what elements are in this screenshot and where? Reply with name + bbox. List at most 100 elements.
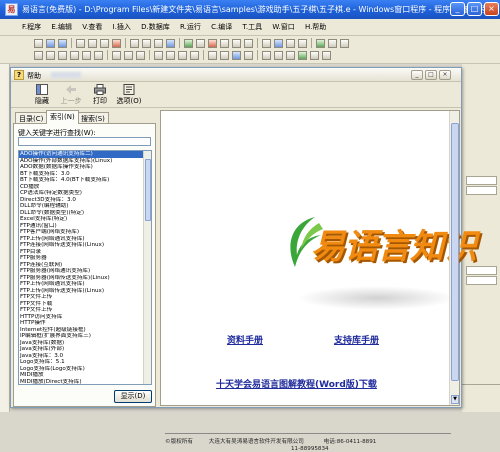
cut-icon[interactable] bbox=[76, 39, 85, 48]
new-file-icon[interactable] bbox=[34, 39, 43, 48]
help-navigation-pane: 目录(C) 索引(N) 搜索(S) 键入关键字进行查找(W): ADO操作(访问… bbox=[13, 110, 156, 407]
zoom-out-icon[interactable] bbox=[286, 51, 295, 60]
logo-shadow bbox=[297, 286, 457, 310]
redo-icon[interactable] bbox=[142, 39, 151, 48]
step-into-icon[interactable] bbox=[220, 39, 229, 48]
footer-phone: 电话:86-0411-8891 bbox=[323, 439, 377, 445]
align-center-icon[interactable] bbox=[46, 51, 55, 60]
menu-compile[interactable]: C.编译 bbox=[211, 22, 232, 32]
footer-company: 大连大有吴涛易语言软件开发有限公司 bbox=[208, 439, 304, 445]
index-panel: 键入关键字进行查找(W): ADO操作(访问通讯支持库二) ADO操作(外部数据库… bbox=[13, 123, 156, 407]
align-bottom-icon[interactable] bbox=[94, 51, 103, 60]
zoom-in-icon[interactable] bbox=[274, 51, 283, 60]
step-out-icon[interactable] bbox=[244, 39, 253, 48]
properties-icon[interactable] bbox=[310, 51, 319, 60]
keyword-input[interactable] bbox=[18, 137, 151, 146]
toolbar-row-1 bbox=[34, 38, 352, 50]
ide-toolbar bbox=[0, 36, 500, 64]
ide-status-area bbox=[462, 384, 500, 412]
link-tutorial-download[interactable]: 十天学会易语言图解教程(Word版)下载 bbox=[216, 377, 377, 390]
watch-icon[interactable] bbox=[286, 39, 295, 48]
library-icon[interactable] bbox=[316, 39, 325, 48]
content-scrollbar[interactable]: ▼ bbox=[449, 111, 459, 405]
menu-program[interactable]: F.程序 bbox=[22, 22, 41, 32]
align-top-icon[interactable] bbox=[70, 51, 79, 60]
menu-help[interactable]: H.帮助 bbox=[305, 22, 326, 32]
tool-icon[interactable] bbox=[298, 39, 307, 48]
menu-window[interactable]: W.窗口 bbox=[272, 22, 294, 32]
maximize-button[interactable]: □ bbox=[467, 2, 482, 16]
stop-icon[interactable] bbox=[208, 39, 217, 48]
help-toolbar: 隐藏 上一步 打印 选项(O) bbox=[11, 82, 461, 108]
property-field[interactable] bbox=[466, 186, 497, 195]
more-icon[interactable] bbox=[322, 51, 331, 60]
help-icon[interactable] bbox=[340, 39, 349, 48]
replace-icon[interactable] bbox=[166, 39, 175, 48]
menu-tools[interactable]: T.工具 bbox=[242, 22, 262, 32]
save-icon[interactable] bbox=[58, 39, 67, 48]
menu-bar: F.程序 E.编辑 V.查看 I.插入 D.数据库 R.运行 C.编译 T.工具… bbox=[0, 19, 500, 36]
keyword-items: ADO操作(访问通讯支持库二) ADO操作(外部数据库支持库)(Linux) ADO… bbox=[19, 151, 151, 384]
print-button[interactable]: 打印 bbox=[87, 84, 113, 106]
align-right-icon[interactable] bbox=[58, 51, 67, 60]
help-close-button[interactable]: × bbox=[439, 70, 451, 80]
copy-icon[interactable] bbox=[88, 39, 97, 48]
help-maximize-button[interactable]: □ bbox=[425, 70, 437, 80]
link-manual[interactable]: 资料手册 bbox=[227, 333, 263, 346]
center-horizontal-icon[interactable] bbox=[178, 51, 187, 60]
send-back-icon[interactable] bbox=[220, 51, 229, 60]
tab-index[interactable]: 索引(N) bbox=[46, 110, 79, 124]
footer-copyright: ©版权所有 bbox=[165, 439, 193, 445]
hide-button[interactable]: 隐藏 bbox=[29, 84, 55, 106]
property-field[interactable] bbox=[466, 276, 497, 285]
same-size-icon[interactable] bbox=[136, 51, 145, 60]
help-window: 帮助 ? _ □ × 隐藏 上一步 打印 选项(O) 目录(C) 索引(N) 搜… bbox=[10, 67, 477, 452]
options-button[interactable]: 选项(O) bbox=[116, 84, 142, 106]
tab-order-icon[interactable] bbox=[262, 51, 271, 60]
delete-icon[interactable] bbox=[112, 39, 121, 48]
scroll-down-arrow-icon[interactable]: ▼ bbox=[451, 395, 459, 404]
paste-icon[interactable] bbox=[100, 39, 109, 48]
display-button[interactable]: 显示(D) bbox=[114, 390, 152, 403]
app-icon: 易 bbox=[5, 3, 18, 16]
property-field[interactable] bbox=[466, 176, 497, 185]
undo-icon[interactable] bbox=[130, 39, 139, 48]
open-folder-icon[interactable] bbox=[46, 39, 55, 48]
pause-icon[interactable] bbox=[196, 39, 205, 48]
align-left-icon[interactable] bbox=[34, 51, 43, 60]
run-icon[interactable] bbox=[184, 39, 193, 48]
menu-edit[interactable]: E.编辑 bbox=[51, 22, 72, 32]
breakpoint-icon[interactable] bbox=[262, 39, 271, 48]
same-height-icon[interactable] bbox=[124, 51, 133, 60]
menu-run[interactable]: R.运行 bbox=[180, 22, 201, 32]
options-label: 选项(O) bbox=[116, 97, 142, 105]
scrollbar-thumb[interactable] bbox=[145, 159, 151, 221]
print-label: 打印 bbox=[93, 97, 107, 105]
menu-database[interactable]: D.数据库 bbox=[141, 22, 170, 32]
keyword-list-scrollbar[interactable] bbox=[143, 151, 151, 384]
bring-front-icon[interactable] bbox=[208, 51, 217, 60]
center-vertical-icon[interactable] bbox=[190, 51, 199, 60]
lock-icon[interactable] bbox=[244, 51, 253, 60]
same-width-icon[interactable] bbox=[112, 51, 121, 60]
minimize-button[interactable]: _ bbox=[450, 2, 465, 16]
ide-left-panel bbox=[0, 64, 10, 412]
window-icon[interactable] bbox=[328, 39, 337, 48]
preview-icon[interactable] bbox=[298, 51, 307, 60]
close-button[interactable]: × bbox=[484, 2, 499, 16]
menu-insert[interactable]: I.插入 bbox=[113, 22, 131, 32]
help-minimize-button[interactable]: _ bbox=[411, 70, 423, 80]
space-horizontal-icon[interactable] bbox=[154, 51, 163, 60]
compile-icon[interactable] bbox=[274, 39, 283, 48]
grid-icon[interactable] bbox=[232, 51, 241, 60]
space-vertical-icon[interactable] bbox=[166, 51, 175, 60]
align-middle-icon[interactable] bbox=[82, 51, 91, 60]
link-support-library[interactable]: 支持库手册 bbox=[334, 333, 379, 346]
back-button[interactable]: 上一步 bbox=[58, 84, 84, 106]
content-scrollbar-thumb[interactable] bbox=[451, 123, 459, 381]
find-icon[interactable] bbox=[154, 39, 163, 48]
keyword-list[interactable]: ADO操作(访问通讯支持库二) ADO操作(外部数据库支持库)(Linux) ADO… bbox=[18, 150, 152, 385]
menu-view[interactable]: V.查看 bbox=[82, 22, 102, 32]
help-content-pane: 易语言知识 资料手册 支持库手册 十天学会易语言图解教程(Word版)下载 ©版… bbox=[160, 110, 477, 452]
step-over-icon[interactable] bbox=[232, 39, 241, 48]
